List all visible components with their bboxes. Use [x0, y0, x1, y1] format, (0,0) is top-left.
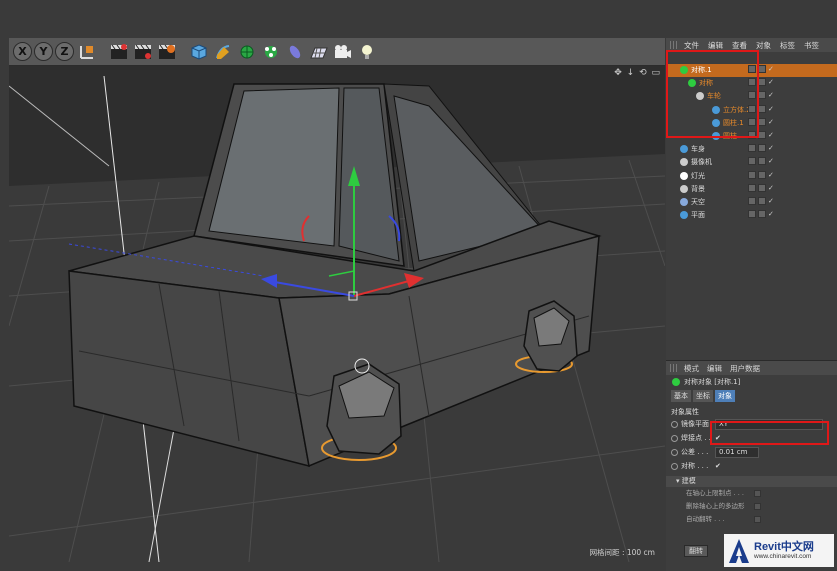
tab-coord[interactable]: 坐标	[693, 389, 713, 402]
attr-menu-edit[interactable]: 编辑	[707, 363, 722, 374]
section-object-properties: 对象属性	[671, 408, 699, 416]
3d-viewport[interactable]: ✥ ↓ ⟲ ▭ 网格间距 : 100 cm	[9, 66, 665, 562]
plane-icon	[680, 211, 688, 220]
sub-option: 自动翻转 . . .	[666, 513, 837, 526]
object-name[interactable]: 灯光	[691, 170, 705, 183]
viewport-nav-icons[interactable]: ✥ ↓ ⟲ ▭	[614, 68, 661, 78]
flip-button[interactable]: 翻转	[684, 545, 708, 557]
attr-menu-userdata[interactable]: 用户数据	[730, 363, 760, 374]
grid-spacing-label: 网格间距 : 100 cm	[589, 548, 655, 557]
floor-icon[interactable]	[308, 41, 330, 63]
modeling-group-header[interactable]: ▾ 建模	[666, 476, 837, 487]
attribute-menu: 模式 编辑 用户数据	[666, 361, 837, 375]
mirror-plane-highlight-box	[710, 421, 829, 445]
watermark-brand: Revit中文网	[754, 541, 814, 553]
main-toolbar: X Y Z	[9, 38, 665, 66]
sub-option-checkbox[interactable]	[754, 490, 761, 497]
object-row[interactable]: 摄像机 ✓	[666, 156, 837, 169]
pen-spline-icon[interactable]	[212, 41, 234, 63]
sub-option-label: 删除轴心上的多边形	[686, 502, 745, 510]
sub-option-checkbox[interactable]	[754, 503, 761, 510]
menu-edit[interactable]: 编辑	[708, 40, 723, 51]
deformer-icon[interactable]	[284, 41, 306, 63]
object-row[interactable]: 灯光 ✓	[666, 170, 837, 183]
y-axis-toggle[interactable]: Y	[34, 42, 53, 61]
camera-icon	[680, 158, 688, 167]
light-icon[interactable]	[356, 41, 378, 63]
visibility-flags[interactable]: ✓	[748, 210, 774, 219]
menu-tags[interactable]: 标签	[780, 40, 795, 51]
sub-option-label: 在轴心上限制点 . . .	[686, 489, 744, 497]
visibility-flags[interactable]: ✓	[748, 196, 774, 205]
sub-option-label: 自动翻转 . . .	[686, 515, 725, 523]
cloner-icon[interactable]	[260, 41, 282, 63]
visibility-flags[interactable]: ✓	[748, 170, 774, 179]
object-row[interactable]: 平面 ✓	[666, 209, 837, 222]
menu-bookmarks[interactable]: 书签	[804, 40, 819, 51]
object-name[interactable]: 摄像机	[691, 156, 712, 169]
attr-tabs: 基本 坐标 对象	[666, 389, 837, 402]
right-panel: 文件 编辑 查看 对象 标签 书签 对称.1 ✓ 对称 ✓ 车轮 ✓ 立方体.2 ✓ 圆柱.1 ✓…	[666, 38, 837, 571]
object-name[interactable]: 天空	[691, 196, 705, 209]
hierarchy-highlight-box	[666, 50, 759, 138]
watermark-logo: Revit中文网 www.chinarevit.com	[724, 534, 834, 567]
viewport-scene	[9, 66, 665, 562]
object-row[interactable]: 背景 ✓	[666, 183, 837, 196]
animate-radio[interactable]	[671, 420, 678, 428]
render-view-icon[interactable]	[108, 41, 130, 63]
object-row[interactable]: 车身 ✓	[666, 143, 837, 156]
render-picture-viewer-icon[interactable]	[132, 41, 154, 63]
tab-object[interactable]: 对象	[715, 389, 735, 402]
sky-icon	[680, 197, 688, 206]
animate-radio[interactable]	[671, 448, 678, 456]
attr-menu-mode[interactable]: 模式	[684, 363, 699, 374]
symmetry-icon	[672, 378, 680, 386]
watermark-url: www.chinarevit.com	[754, 553, 812, 560]
object-name[interactable]: 车身	[691, 143, 705, 156]
prop-label: 对称 . . .	[681, 462, 709, 470]
revit-logo-icon	[728, 538, 750, 564]
object-row[interactable]: 天空 ✓	[666, 196, 837, 209]
object-name[interactable]: 背景	[691, 183, 705, 196]
background-icon	[680, 184, 688, 193]
prop-label: 公差 . . .	[681, 448, 709, 456]
object-name[interactable]: 平面	[691, 209, 705, 222]
subdivision-surface-icon[interactable]	[236, 41, 258, 63]
panel-grip-icon[interactable]	[670, 41, 678, 49]
sub-option: 删除轴心上的多边形	[666, 500, 837, 513]
animate-radio[interactable]	[671, 462, 678, 470]
prop-tolerance: 公差 . . . 0.01 cm	[666, 445, 837, 459]
cube-icon[interactable]	[188, 41, 210, 63]
attr-grip-icon[interactable]	[670, 364, 678, 372]
top-band	[0, 0, 837, 36]
menu-file[interactable]: 文件	[684, 40, 699, 51]
polygon-icon	[680, 145, 688, 154]
light-icon	[680, 171, 688, 180]
render-settings-icon[interactable]	[156, 41, 178, 63]
visibility-flags[interactable]: ✓	[748, 183, 774, 192]
animate-radio[interactable]	[671, 434, 678, 442]
attr-title-row: 对称对象 [对称.1]	[666, 375, 837, 389]
visibility-flags[interactable]: ✓	[748, 157, 774, 166]
tolerance-input[interactable]: 0.01 cm	[715, 446, 759, 458]
menu-objects[interactable]: 对象	[756, 40, 771, 51]
menu-view[interactable]: 查看	[732, 40, 747, 51]
visibility-flags[interactable]: ✓	[748, 144, 774, 153]
sub-option: 在轴心上限制点 . . .	[666, 487, 837, 500]
sub-option-checkbox[interactable]	[754, 516, 761, 523]
attr-title: 对称对象 [对称.1]	[684, 378, 741, 386]
prop-symmetric: 对称 . . . ✔	[666, 459, 837, 473]
x-axis-toggle[interactable]: X	[13, 42, 32, 61]
z-axis-toggle[interactable]: Z	[55, 42, 74, 61]
camera-icon[interactable]	[332, 41, 354, 63]
tab-basic[interactable]: 基本	[671, 389, 691, 402]
symmetric-checkbox[interactable]: ✔	[715, 462, 721, 470]
coordinate-system-icon[interactable]	[76, 41, 98, 63]
